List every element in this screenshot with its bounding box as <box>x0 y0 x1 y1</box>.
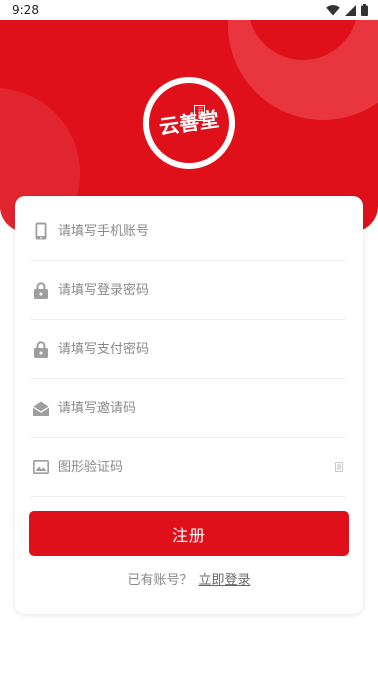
invite-code-field <box>31 379 345 438</box>
login-password-field <box>31 261 345 320</box>
login-prompt-text: 已有账号？ <box>127 573 193 588</box>
status-time: 9:28 <box>12 3 39 17</box>
app-logo: 云善堂 云善 <box>143 77 235 169</box>
lock-icon <box>33 281 49 299</box>
pay-password-input[interactable] <box>58 341 345 357</box>
pay-password-field <box>31 320 345 379</box>
captcha-input[interactable] <box>58 459 335 475</box>
phone-field <box>31 202 345 261</box>
status-icons <box>326 4 368 16</box>
mail-open-icon <box>33 399 49 417</box>
wifi-icon <box>326 4 340 16</box>
lock-icon <box>33 340 49 358</box>
image-icon <box>33 458 49 476</box>
status-bar: 9:28 <box>0 0 378 20</box>
signal-icon <box>345 4 356 16</box>
login-password-input[interactable] <box>58 282 345 298</box>
battery-icon <box>361 4 368 16</box>
invite-code-input[interactable] <box>58 400 345 416</box>
phone-input[interactable] <box>58 223 345 239</box>
captcha-field <box>31 438 345 497</box>
captcha-image[interactable] <box>335 462 343 472</box>
login-prompt-line: 已有账号？ 立即登录 <box>15 569 363 588</box>
login-link[interactable]: 立即登录 <box>199 573 251 588</box>
logo-seal: 云善 <box>194 105 205 121</box>
register-button[interactable]: 注册 <box>29 511 349 556</box>
logo-text: 云善堂 <box>157 106 221 140</box>
register-screen: 9:28 云善堂 云善 请填写手机账号 请填写邀请码 图形验证码 注册 已有账号… <box>0 0 378 673</box>
logo-inner: 云善堂 云善 <box>149 83 229 163</box>
register-form-card: 注册 已有账号？ 立即登录 <box>15 196 363 614</box>
phone-icon <box>33 222 49 240</box>
